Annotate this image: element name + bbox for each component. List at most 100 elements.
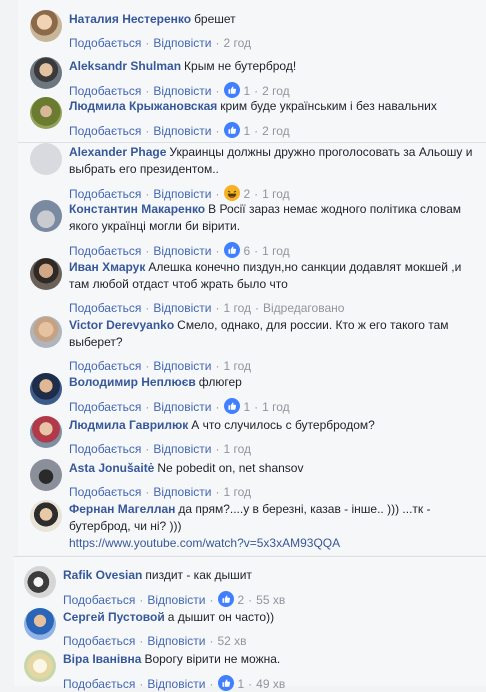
- comment-body: Alexander Phage Украинцы должны дружно пр…: [69, 144, 478, 178]
- comment-author[interactable]: Людмила Гаврилюк: [69, 418, 188, 432]
- reply-button[interactable]: Відповісти: [153, 124, 211, 138]
- haha-icon: [224, 185, 241, 201]
- comment-time[interactable]: 52 хв: [217, 634, 246, 648]
- like-button[interactable]: Подобається: [69, 301, 141, 315]
- comment-actions: Подобається · Відповісти · 2 · 55 хв: [63, 591, 285, 608]
- like-button[interactable]: Подобається: [63, 634, 135, 648]
- reply-button[interactable]: Відповісти: [153, 301, 211, 315]
- comment-author[interactable]: Константин Макаренко: [69, 202, 205, 216]
- like-button[interactable]: Подобається: [69, 442, 141, 456]
- separator-dot: ·: [215, 359, 220, 373]
- comment-time[interactable]: 2 год: [262, 124, 290, 138]
- avatar[interactable]: [30, 143, 62, 175]
- reply-button[interactable]: Відповісти: [153, 442, 211, 456]
- reactions[interactable]: 2: [217, 591, 244, 607]
- comment-author[interactable]: Наталия Нестеренко: [69, 12, 191, 26]
- comment: Alexander Phage Украинцы должны дружно пр…: [30, 143, 478, 201]
- reply-button[interactable]: Відповісти: [153, 400, 211, 414]
- comment-text: Ворогу вірити не можна.: [144, 652, 281, 666]
- like-button[interactable]: Подобається: [69, 359, 141, 373]
- comment-time[interactable]: 1 год: [223, 359, 251, 373]
- reactions[interactable]: 1: [223, 398, 250, 414]
- reply-button[interactable]: Відповісти: [153, 84, 211, 98]
- reactions[interactable]: 6: [223, 242, 250, 258]
- separator-dot: ·: [139, 593, 144, 607]
- avatar[interactable]: [24, 608, 56, 640]
- comment-author[interactable]: Фернан Магеллан: [69, 502, 175, 516]
- separator-dot: ·: [215, 36, 220, 50]
- avatar[interactable]: [30, 500, 62, 532]
- separator-dot: ·: [209, 593, 214, 607]
- like-icon: [224, 398, 241, 414]
- comment-time[interactable]: 1 год: [262, 244, 290, 258]
- reaction-count: 1: [237, 677, 245, 691]
- reply-button[interactable]: Відповісти: [153, 36, 211, 50]
- edited-label[interactable]: Відредаговано: [263, 301, 344, 315]
- reply-button[interactable]: Відповісти: [147, 593, 205, 607]
- comment-time[interactable]: 1 год: [262, 187, 290, 201]
- reply-button[interactable]: Відповісти: [153, 187, 211, 201]
- avatar[interactable]: [30, 57, 62, 89]
- reactions[interactable]: 2: [223, 185, 250, 201]
- reaction-count: 1: [243, 84, 251, 98]
- comment-time[interactable]: 1 год: [223, 442, 251, 456]
- comment-author[interactable]: Иван Хмарук: [69, 260, 145, 274]
- avatar[interactable]: [24, 650, 56, 682]
- comment-author[interactable]: Володимир Неплюєв: [69, 375, 196, 389]
- separator-dot: ·: [145, 485, 150, 499]
- like-button[interactable]: Подобається: [69, 124, 141, 138]
- comment-body: Людмила Гаврилюк А что случилось с бутерб…: [69, 417, 478, 434]
- avatar[interactable]: [30, 373, 62, 405]
- comment-body: Віра Іванівна Ворогу вірити не можна.: [63, 651, 478, 668]
- comment-author[interactable]: Rafik Ovesian: [63, 568, 142, 582]
- avatar[interactable]: [30, 97, 62, 129]
- comment-text: А что случилось с бутербродом?: [191, 418, 375, 432]
- like-button[interactable]: Подобається: [69, 400, 141, 414]
- like-icon: [224, 242, 241, 258]
- like-button[interactable]: Подобається: [69, 244, 141, 258]
- comment: Константин Макаренко В Росії зараз немає …: [30, 200, 478, 258]
- comment-author[interactable]: Віра Іванівна: [63, 652, 141, 666]
- like-button[interactable]: Подобається: [69, 36, 141, 50]
- comment-text: крим буде українським і без навальних: [220, 99, 437, 113]
- reply-button[interactable]: Відповісти: [147, 677, 205, 691]
- reply-button[interactable]: Відповісти: [153, 359, 211, 373]
- reactions[interactable]: 1: [217, 675, 245, 691]
- comment-time[interactable]: 1 год: [223, 485, 251, 499]
- avatar[interactable]: [30, 200, 62, 232]
- comment-body: Фернан Магеллан да прям?....у в березні, …: [69, 501, 478, 552]
- comment-actions: Подобається · Відповісти · 1 · 49 хв: [63, 675, 285, 692]
- comment-time[interactable]: 2 год: [223, 36, 251, 50]
- comment-author[interactable]: Сергей Пустовой: [63, 610, 165, 624]
- avatar[interactable]: [30, 258, 62, 290]
- avatar[interactable]: [30, 459, 62, 491]
- avatar[interactable]: [30, 316, 62, 348]
- comment-author[interactable]: Alexander Phage: [69, 145, 166, 159]
- comment-time[interactable]: 1 год: [262, 400, 290, 414]
- avatar[interactable]: [30, 10, 62, 42]
- comment-time[interactable]: 1 год: [223, 301, 251, 315]
- comment-author[interactable]: Asta Jonušaitė: [69, 461, 154, 475]
- reply-button[interactable]: Відповісти: [147, 634, 205, 648]
- reactions[interactable]: 1: [223, 82, 251, 98]
- like-icon: [224, 122, 241, 138]
- comment-author[interactable]: Victor Derevyanko: [69, 318, 174, 332]
- like-button[interactable]: Подобається: [69, 485, 141, 499]
- comment-link[interactable]: https://www.youtube.com/watch?v=5x3xAM93…: [69, 536, 340, 550]
- reply-button[interactable]: Відповісти: [153, 244, 211, 258]
- comment-time[interactable]: 49 хв: [256, 677, 285, 691]
- like-button[interactable]: Подобається: [63, 677, 135, 691]
- like-button[interactable]: Подобається: [69, 84, 141, 98]
- comment-author[interactable]: Людмила Крыжановская: [69, 99, 217, 113]
- comment-author[interactable]: Aleksandr Shulman: [69, 59, 181, 73]
- reactions[interactable]: 1: [223, 122, 250, 138]
- avatar[interactable]: [24, 566, 56, 598]
- comment-time[interactable]: 55 хв: [256, 593, 285, 607]
- reply-button[interactable]: Відповісти: [153, 485, 211, 499]
- like-button[interactable]: Подобається: [69, 187, 141, 201]
- like-button[interactable]: Подобається: [63, 593, 135, 607]
- comment: Сергей Пустовой а дышит он часто)) Подобає…: [24, 608, 478, 648]
- avatar[interactable]: [30, 416, 62, 448]
- comment: Людмила Крыжановская крим буде українськи…: [30, 97, 478, 138]
- comment-time[interactable]: 2 год: [262, 84, 290, 98]
